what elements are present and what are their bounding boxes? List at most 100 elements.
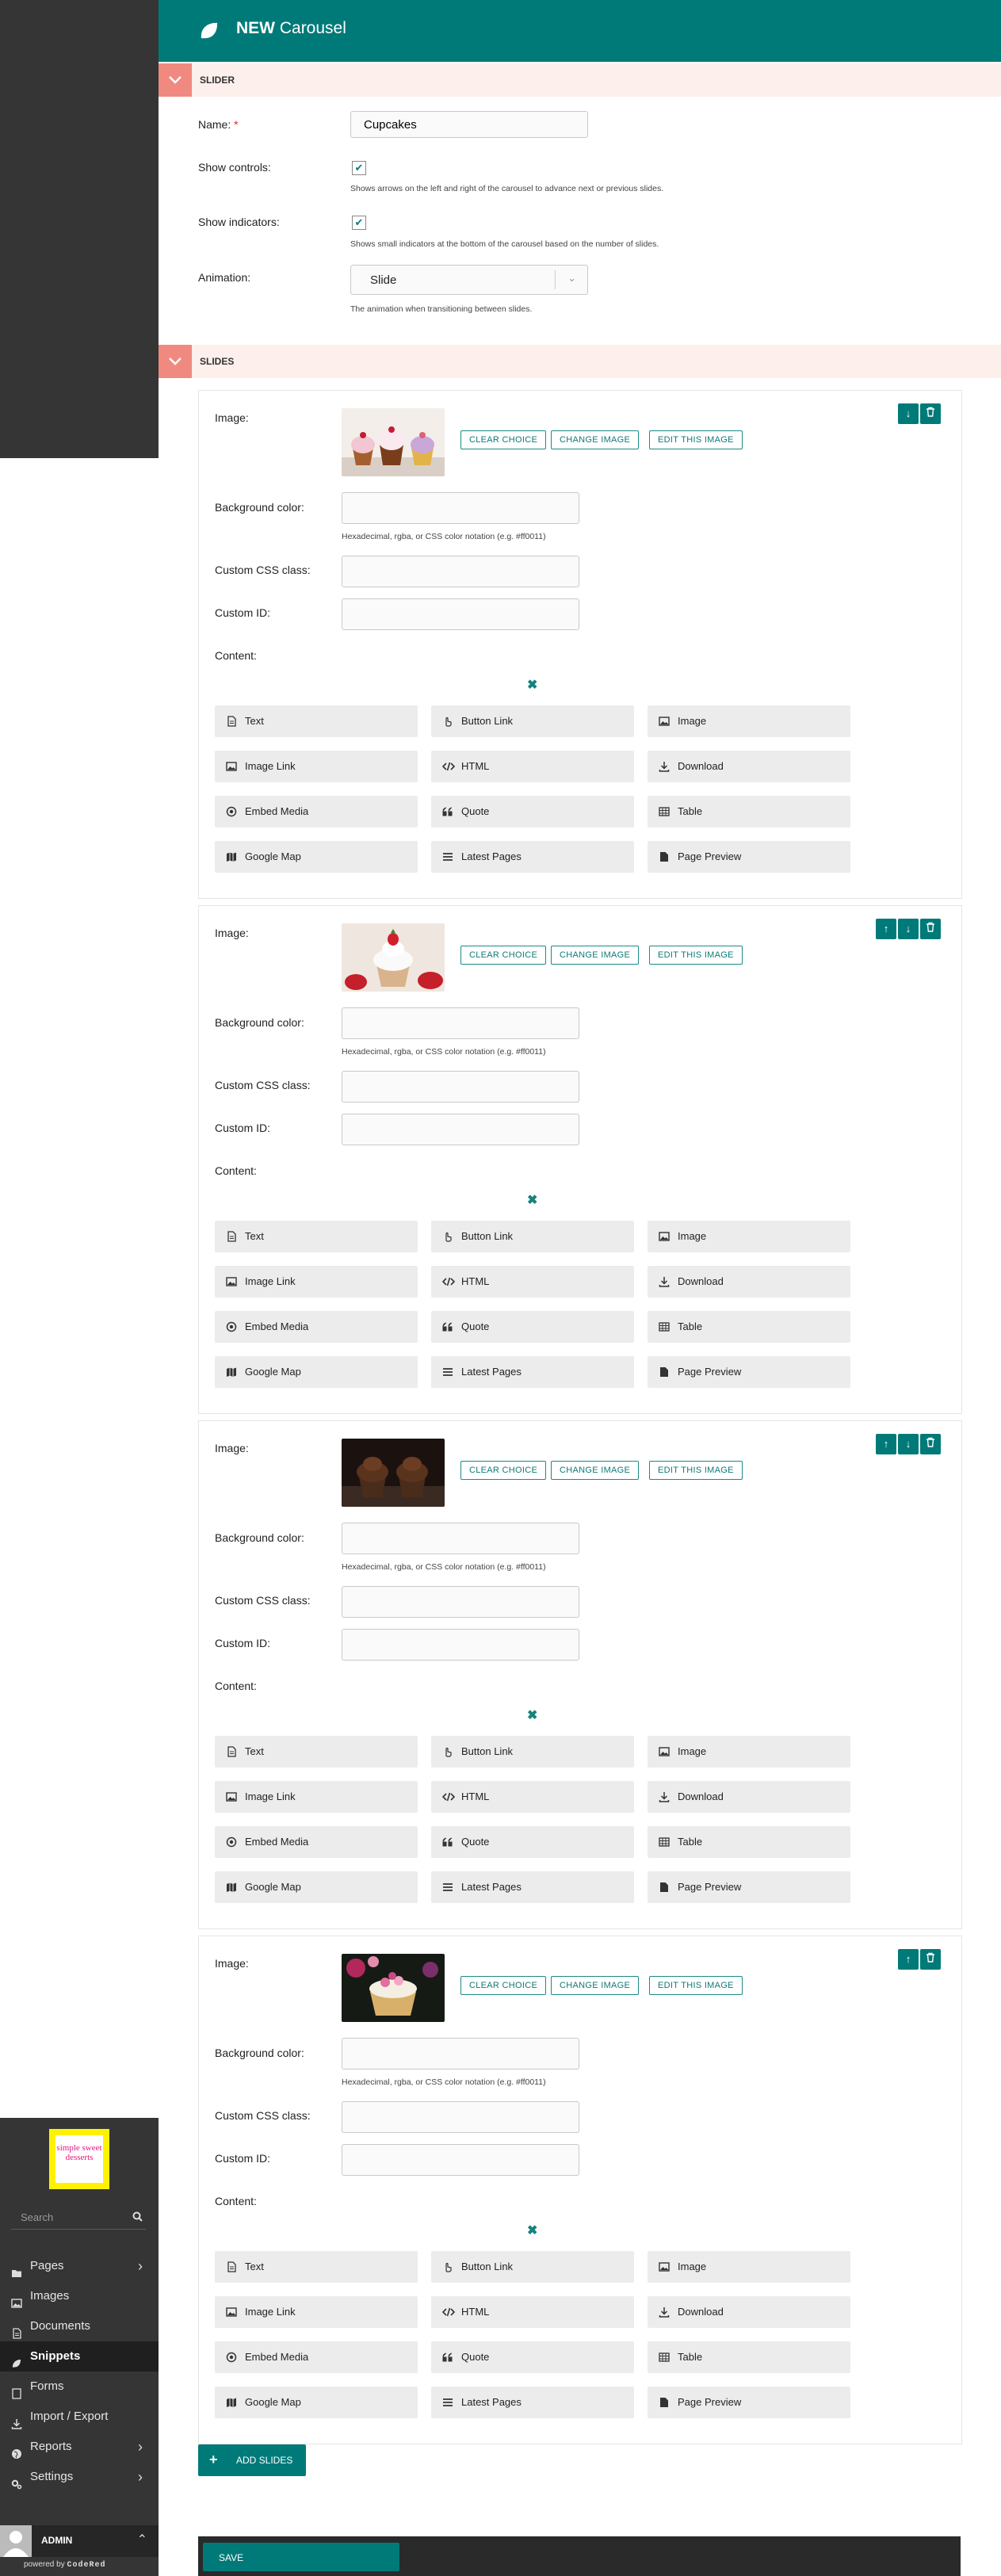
block-image-button[interactable]: Image — [648, 705, 850, 737]
css-class-field[interactable] — [342, 556, 579, 587]
css-class-field[interactable] — [342, 1072, 579, 1102]
block-download-button[interactable]: Download — [648, 1266, 850, 1298]
slide-image-thumbnail[interactable] — [342, 923, 445, 992]
block-page-preview-button[interactable]: Page Preview — [648, 2387, 850, 2418]
block-table-button[interactable]: Table — [648, 1311, 850, 1343]
block-table-button[interactable]: Table — [648, 2341, 850, 2373]
block-image-link-button[interactable]: Image Link — [215, 2296, 418, 2328]
close-icon[interactable]: ✖ — [527, 677, 537, 693]
block-page-preview-button[interactable]: Page Preview — [648, 841, 850, 873]
delete-button[interactable] — [920, 919, 941, 939]
slide-image-thumbnail[interactable] — [342, 1954, 445, 2022]
block-table-button[interactable]: Table — [648, 1826, 850, 1858]
block-quote-button[interactable]: Quote — [431, 796, 634, 827]
background-color-input[interactable] — [342, 1007, 579, 1039]
move-down-button[interactable]: ↓ — [898, 403, 919, 424]
delete-button[interactable] — [920, 403, 941, 424]
collapse-toggle[interactable] — [159, 345, 192, 378]
site-logo[interactable]: simple sweet desserts — [49, 2129, 109, 2189]
background-color-field[interactable] — [342, 1008, 579, 1038]
close-icon[interactable]: ✖ — [527, 2222, 537, 2238]
css-class-input[interactable] — [342, 1071, 579, 1103]
change-image-button[interactable]: CHANGE IMAGE — [551, 1976, 640, 1995]
block-page-preview-button[interactable]: Page Preview — [648, 1356, 850, 1388]
block-latest-pages-button[interactable]: Latest Pages — [431, 841, 634, 873]
block-html-button[interactable]: HTML — [431, 2296, 634, 2328]
change-image-button[interactable]: CHANGE IMAGE — [551, 1461, 640, 1480]
show-controls-checkbox[interactable]: ✔ — [352, 161, 366, 175]
block-button-link-button[interactable]: Button Link — [431, 1221, 634, 1252]
sidebar-item-import-export[interactable]: Import / Export — [0, 2402, 159, 2432]
block-html-button[interactable]: HTML — [431, 751, 634, 782]
block-latest-pages-button[interactable]: Latest Pages — [431, 1871, 634, 1903]
block-image-link-button[interactable]: Image Link — [215, 1781, 418, 1813]
custom-id-input[interactable] — [342, 2144, 579, 2176]
block-embed-media-button[interactable]: Embed Media — [215, 1311, 418, 1343]
block-embed-media-button[interactable]: Embed Media — [215, 796, 418, 827]
background-color-input[interactable] — [342, 1523, 579, 1554]
move-up-button[interactable]: ↑ — [876, 1434, 896, 1454]
custom-id-field[interactable] — [342, 1630, 579, 1660]
user-menu[interactable]: ADMIN ⌃ — [0, 2525, 159, 2557]
block-quote-button[interactable]: Quote — [431, 1311, 634, 1343]
show-indicators-checkbox[interactable]: ✔ — [352, 216, 366, 230]
block-image-link-button[interactable]: Image Link — [215, 751, 418, 782]
sidebar-item-snippets[interactable]: Snippets — [0, 2341, 159, 2372]
css-class-field[interactable] — [342, 2102, 579, 2132]
sidebar-item-pages[interactable]: Pages › — [0, 2251, 159, 2281]
move-up-button[interactable]: ↑ — [876, 919, 896, 939]
move-down-button[interactable]: ↓ — [898, 1434, 919, 1454]
sidebar-item-forms[interactable]: Forms — [0, 2372, 159, 2402]
search-icon[interactable] — [132, 2211, 143, 2224]
block-button-link-button[interactable]: Button Link — [431, 2251, 634, 2283]
block-html-button[interactable]: HTML — [431, 1781, 634, 1813]
background-color-field[interactable] — [342, 1523, 579, 1554]
custom-id-input[interactable] — [342, 598, 579, 630]
block-embed-media-button[interactable]: Embed Media — [215, 1826, 418, 1858]
clear-choice-button[interactable]: CLEAR CHOICE — [460, 1461, 547, 1480]
sidebar-item-images[interactable]: Images — [0, 2281, 159, 2311]
block-page-preview-button[interactable]: Page Preview — [648, 1871, 850, 1903]
delete-button[interactable] — [920, 1434, 941, 1454]
add-slides-button[interactable]: + ADD SLIDES — [198, 2444, 306, 2476]
animation-select[interactable]: Slide ⌄ — [350, 265, 588, 295]
block-button-link-button[interactable]: Button Link — [431, 1736, 634, 1768]
block-text-button[interactable]: Text — [215, 2251, 418, 2283]
move-down-button[interactable]: ↓ — [898, 919, 919, 939]
block-download-button[interactable]: Download — [648, 1781, 850, 1813]
block-google-map-button[interactable]: Google Map — [215, 1871, 418, 1903]
clear-choice-button[interactable]: CLEAR CHOICE — [460, 1976, 547, 1995]
block-google-map-button[interactable]: Google Map — [215, 2387, 418, 2418]
block-latest-pages-button[interactable]: Latest Pages — [431, 1356, 634, 1388]
block-html-button[interactable]: HTML — [431, 1266, 634, 1298]
css-class-input[interactable] — [342, 2101, 579, 2133]
block-image-button[interactable]: Image — [648, 1221, 850, 1252]
css-class-input[interactable] — [342, 556, 579, 587]
edit-image-button[interactable]: EDIT THIS IMAGE — [649, 946, 743, 965]
change-image-button[interactable]: CHANGE IMAGE — [551, 430, 640, 449]
sidebar-item-settings[interactable]: Settings › — [0, 2462, 159, 2492]
block-table-button[interactable]: Table — [648, 796, 850, 827]
edit-image-button[interactable]: EDIT THIS IMAGE — [649, 1461, 743, 1480]
background-color-field[interactable] — [342, 2039, 579, 2069]
block-latest-pages-button[interactable]: Latest Pages — [431, 2387, 634, 2418]
sidebar-item-reports[interactable]: Reports › — [0, 2432, 159, 2462]
slide-image-thumbnail[interactable] — [342, 1439, 445, 1507]
block-google-map-button[interactable]: Google Map — [215, 1356, 418, 1388]
clear-choice-button[interactable]: CLEAR CHOICE — [460, 430, 547, 449]
save-button[interactable]: SAVE — [203, 2543, 399, 2571]
delete-button[interactable] — [920, 1949, 941, 1970]
move-up-button[interactable]: ↑ — [898, 1949, 919, 1970]
block-image-link-button[interactable]: Image Link — [215, 1266, 418, 1298]
custom-id-input[interactable] — [342, 1114, 579, 1145]
block-text-button[interactable]: Text — [215, 1221, 418, 1252]
slide-image-thumbnail[interactable] — [342, 408, 445, 476]
background-color-input[interactable] — [342, 2038, 579, 2070]
custom-id-input[interactable] — [342, 1629, 579, 1661]
block-embed-media-button[interactable]: Embed Media — [215, 2341, 418, 2373]
block-quote-button[interactable]: Quote — [431, 1826, 634, 1858]
block-download-button[interactable]: Download — [648, 751, 850, 782]
block-text-button[interactable]: Text — [215, 1736, 418, 1768]
clear-choice-button[interactable]: CLEAR CHOICE — [460, 946, 547, 965]
collapse-toggle[interactable] — [159, 63, 192, 97]
